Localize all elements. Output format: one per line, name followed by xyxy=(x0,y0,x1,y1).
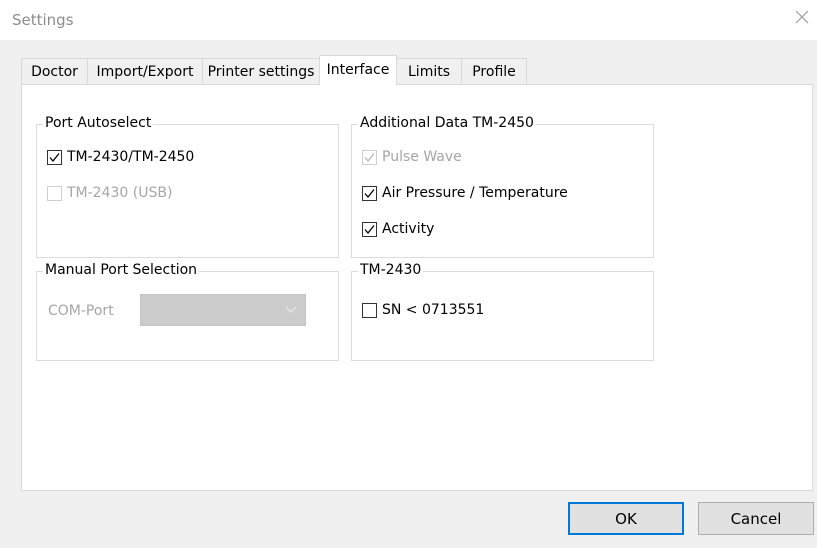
checkbox-box[interactable] xyxy=(47,149,62,165)
window-title: Settings xyxy=(12,11,74,29)
checkmark-icon xyxy=(364,224,375,234)
manual-port-selection-title: Manual Port Selection xyxy=(43,262,200,278)
checkbox-label: Activity xyxy=(382,221,435,237)
tab-interface[interactable]: Interface xyxy=(319,55,397,85)
tab-import-export[interactable]: Import/Export xyxy=(87,58,203,84)
checkbox-box[interactable] xyxy=(47,185,62,201)
tm2430-title: TM-2430 xyxy=(358,262,424,278)
cancel-button[interactable]: Cancel xyxy=(698,502,814,535)
additional-data-group: Additional Data TM-2450 Pulse Wave Air P… xyxy=(351,115,654,258)
checkbox-box[interactable] xyxy=(362,302,377,318)
ok-button[interactable]: OK xyxy=(568,502,684,535)
sn-checkbox[interactable]: SN < 0713551 xyxy=(362,302,484,318)
tab-limits[interactable]: Limits xyxy=(396,58,462,84)
com-port-label: COM-Port xyxy=(48,303,114,319)
checkmark-icon xyxy=(49,152,60,162)
tm2430-group: TM-2430 SN < 0713551 xyxy=(351,262,654,361)
close-icon[interactable] xyxy=(790,8,814,32)
checkmark-icon xyxy=(364,188,375,198)
com-port-select[interactable] xyxy=(140,294,306,326)
checkbox-box[interactable] xyxy=(362,221,377,237)
checkbox-label: Air Pressure / Temperature xyxy=(382,185,568,201)
pulse-wave-checkbox[interactable]: Pulse Wave xyxy=(362,149,462,165)
tab-strip: Doctor Import/Export Printer settings In… xyxy=(21,55,817,86)
chevron-down-icon xyxy=(285,303,297,317)
activity-checkbox[interactable]: Activity xyxy=(362,221,434,237)
manual-port-selection-group: Manual Port Selection COM-Port xyxy=(36,262,339,361)
checkbox-label: TM-2430 (USB) xyxy=(67,185,173,201)
tm2430-usb-checkbox[interactable]: TM-2430 (USB) xyxy=(47,185,172,201)
title-bar: Settings xyxy=(0,0,817,40)
tm2430-tm2450-checkbox[interactable]: TM-2430/TM-2450 xyxy=(47,149,194,165)
tab-doctor[interactable]: Doctor xyxy=(21,58,88,84)
interface-tab-panel: Port Autoselect TM-2430/TM-2450 TM-2430 … xyxy=(21,84,813,491)
additional-data-title: Additional Data TM-2450 xyxy=(358,115,536,131)
checkbox-label: SN < 0713551 xyxy=(382,302,485,318)
checkbox-label: TM-2430/TM-2450 xyxy=(67,149,195,165)
checkbox-box[interactable] xyxy=(362,149,377,165)
port-autoselect-title: Port Autoselect xyxy=(43,115,154,131)
port-autoselect-group: Port Autoselect TM-2430/TM-2450 TM-2430 … xyxy=(36,115,339,258)
checkmark-icon xyxy=(364,152,375,162)
checkbox-box[interactable] xyxy=(362,185,377,201)
checkbox-label: Pulse Wave xyxy=(382,149,462,165)
air-pressure-temperature-checkbox[interactable]: Air Pressure / Temperature xyxy=(362,185,568,201)
tab-profile[interactable]: Profile xyxy=(461,58,527,84)
tab-printer-settings[interactable]: Printer settings xyxy=(202,58,320,84)
